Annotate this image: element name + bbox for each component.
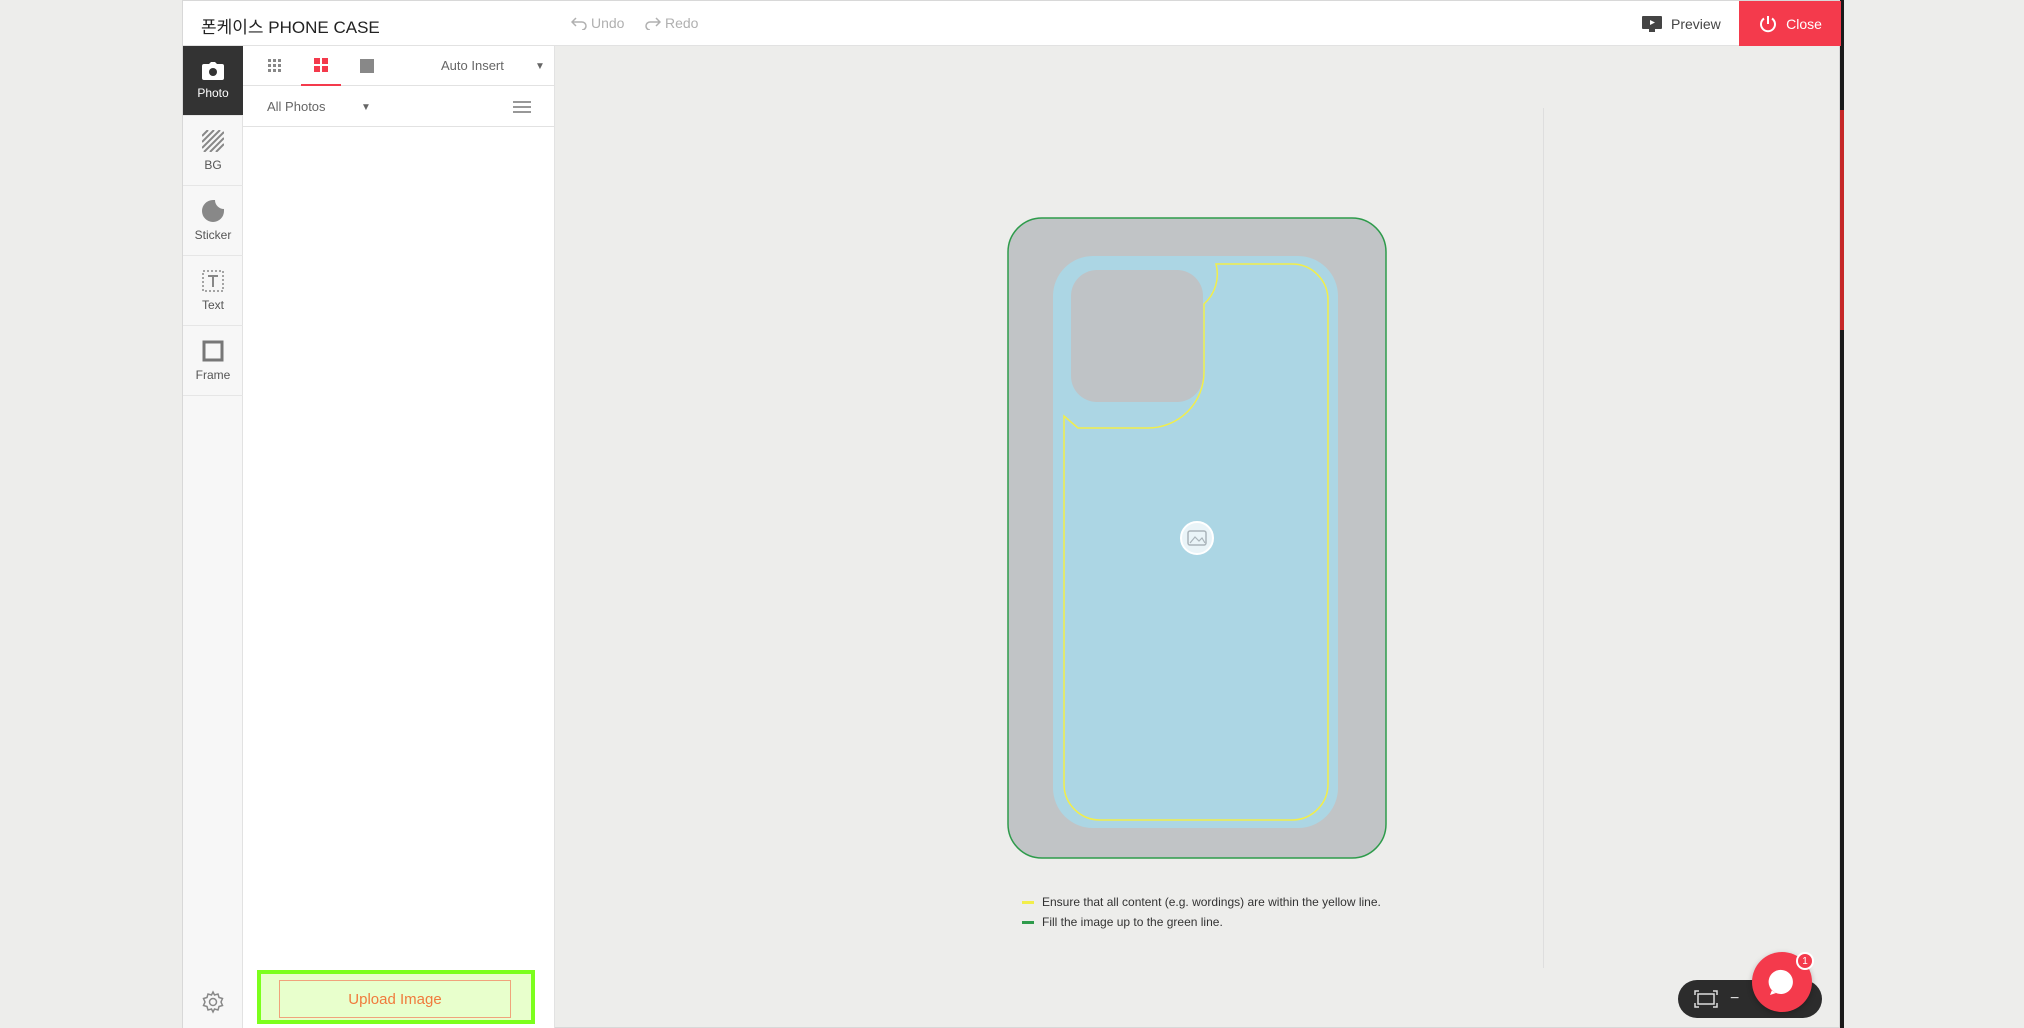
preview-button[interactable]: Preview (1641, 1, 1721, 46)
album-filter-dropdown[interactable]: All Photos (267, 99, 326, 114)
redo-icon (645, 17, 661, 30)
sidebar-item-sticker[interactable]: Sticker (183, 186, 243, 256)
zoom-out-button[interactable]: − (1730, 990, 1739, 1008)
photo-panel: Auto Insert ▼ All Photos ▼ Upload Image (243, 46, 555, 1028)
text-icon (202, 269, 224, 292)
menu-button[interactable] (513, 100, 531, 119)
image-placeholder-icon[interactable] (1180, 521, 1214, 555)
tab-single[interactable] (347, 46, 387, 86)
tab-grid-small[interactable] (255, 46, 295, 86)
photo-filter-row: All Photos ▼ (243, 86, 555, 127)
chevron-down-icon[interactable]: ▼ (361, 102, 371, 113)
undo-label: Undo (591, 15, 625, 31)
top-bar: 폰케이스 PHONE CASE Undo Redo Preview Close (183, 1, 1841, 46)
sidebar-item-photo[interactable]: Photo (183, 46, 243, 116)
close-button[interactable]: Close (1739, 1, 1841, 46)
outer-background-right (1840, 0, 2024, 1028)
undo-button[interactable]: Undo (571, 15, 624, 31)
camera-cutout (1071, 270, 1203, 402)
chat-icon (1768, 969, 1793, 995)
notification-badge: 1 (1796, 952, 1814, 970)
sidebar-item-frame[interactable]: Frame (183, 326, 243, 396)
sidebar-item-label: Sticker (194, 227, 232, 242)
outer-edge-accent (1840, 110, 1844, 330)
undo-icon (571, 17, 587, 30)
sticker-icon (202, 199, 224, 222)
gear-icon (202, 990, 224, 1014)
canvas-divider (1543, 108, 1544, 968)
outer-background-left (0, 0, 182, 1028)
frame-icon (202, 340, 224, 361)
camera-icon (202, 61, 224, 80)
settings-button[interactable] (201, 990, 225, 1019)
close-label: Close (1786, 15, 1822, 32)
redo-label: Redo (665, 15, 699, 31)
sidebar-item-label: Frame (195, 367, 231, 382)
yellow-line-swatch (1022, 900, 1034, 904)
sidebar-item-text[interactable]: Text (183, 256, 243, 326)
redo-button[interactable]: Redo (645, 15, 698, 31)
print-guide-legend: Ensure that all content (e.g. wordings) … (1022, 892, 1381, 932)
hatch-icon (202, 129, 224, 152)
preview-label: Preview (1671, 15, 1721, 32)
single-icon (360, 59, 374, 73)
monitor-icon (1642, 15, 1662, 32)
grid-small-icon (268, 59, 281, 72)
sidebar-item-label: Text (201, 297, 224, 312)
green-line-swatch (1022, 920, 1034, 924)
auto-insert-dropdown[interactable]: Auto Insert (441, 58, 504, 73)
upload-highlight: Upload Image (257, 970, 535, 1024)
legend-item-yellow: Ensure that all content (e.g. wordings) … (1022, 892, 1381, 912)
legend-text: Fill the image up to the green line. (1042, 915, 1223, 929)
power-icon (1760, 15, 1777, 32)
upload-image-button[interactable]: Upload Image (279, 980, 511, 1018)
sidebar-item-label: Photo (197, 85, 229, 100)
grid-large-icon (314, 58, 328, 72)
fit-screen-icon[interactable] (1694, 990, 1718, 1008)
sidebar-item-label: BG (204, 157, 222, 172)
tab-grid-large[interactable] (301, 46, 341, 86)
chevron-down-icon[interactable]: ▼ (535, 61, 545, 72)
view-tabs: Auto Insert ▼ (243, 46, 555, 86)
phone-case-template[interactable] (998, 216, 1392, 862)
app-title: 폰케이스 PHONE CASE (201, 18, 380, 37)
hamburger-icon (513, 101, 531, 113)
legend-text: Ensure that all content (e.g. wordings) … (1042, 895, 1381, 909)
tool-sidebar: Photo BG Sticker Text Frame (183, 46, 243, 1028)
sidebar-item-bg[interactable]: BG (183, 116, 243, 186)
legend-item-green: Fill the image up to the green line. (1022, 912, 1381, 932)
